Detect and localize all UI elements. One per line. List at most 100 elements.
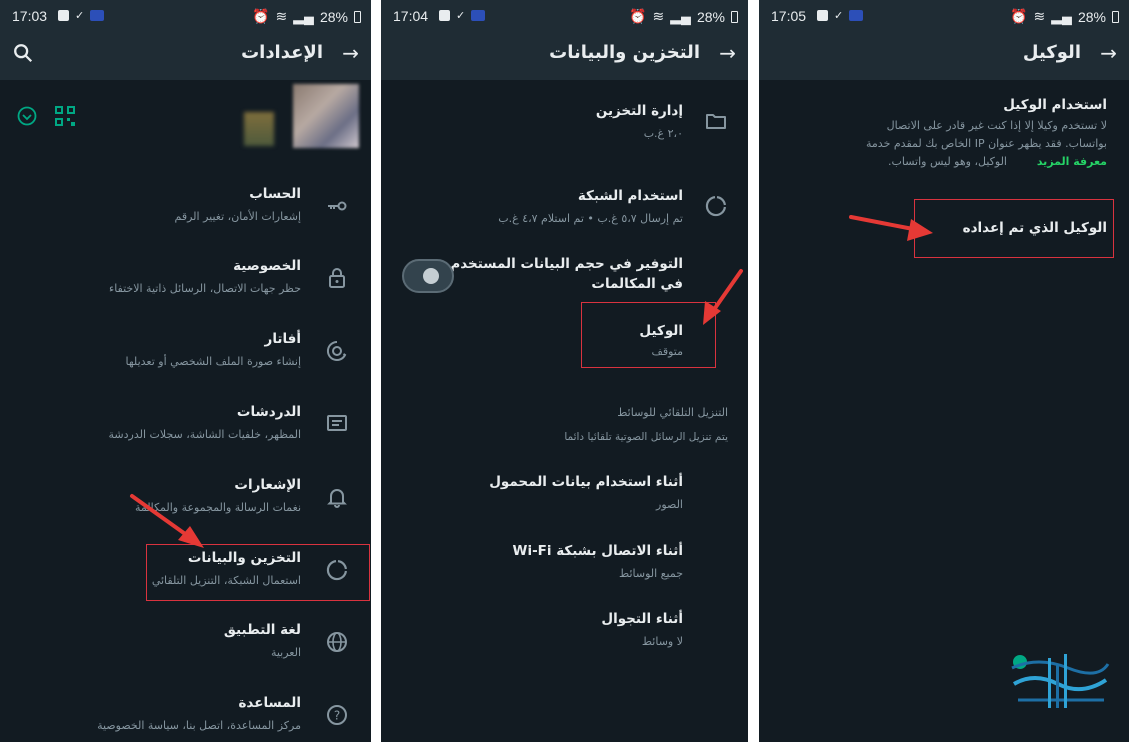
red-arrow-pointer	[130, 494, 204, 548]
back-arrow-icon[interactable]: →	[719, 41, 736, 65]
item-title-line1: التوفير في حجم البيانات المستخدم	[450, 256, 683, 272]
settings-item-account[interactable]: الحساب إشعارات الأمان، تغيير الرقم	[0, 180, 371, 235]
settings-item-app-language[interactable]: لغة التطبيق العربية	[0, 616, 371, 671]
data-usage-icon	[704, 194, 728, 218]
wifi-item[interactable]: أثناء الاتصال بشبكة Wi-Fi جميع الوسائط	[381, 537, 748, 587]
item-subtitle: جميع الوسائط	[619, 567, 683, 580]
settings-screen: 17:03 ✓ ⏰ ≋ ▂▄ 28% → الإعدادات الحساب إش…	[0, 0, 371, 742]
notification-icons: ✓	[58, 9, 105, 22]
battery-icon	[354, 10, 361, 23]
status-bar: 17:03 ✓ ⏰ ≋ ▂▄ 28%	[0, 0, 371, 32]
download-done-icon: ✓	[75, 9, 85, 22]
gallery-icon	[439, 10, 450, 21]
app-bar: → الإعدادات	[0, 32, 371, 80]
gallery-icon	[58, 10, 69, 21]
alarm-icon: ⏰	[252, 8, 270, 24]
gallery-icon	[817, 10, 828, 21]
status-time: 17:04	[393, 8, 429, 24]
download-done-icon: ✓	[834, 9, 844, 22]
item-subtitle: مركز المساعدة، اتصل بنا، سياسة الخصوصية	[97, 719, 301, 732]
item-subtitle: لا وسائط	[641, 635, 683, 648]
globe-icon	[325, 630, 349, 654]
app-notification-icon	[90, 10, 105, 21]
status-bar: 17:04 ✓ ⏰ ≋ ▂▄ 28%	[381, 0, 748, 32]
item-subtitle: تم إرسال ٥،٧ غ.ب • تم استلام ٤،٧ غ.ب	[498, 212, 683, 225]
settings-item-chats[interactable]: الدردشات المظهر، خلفيات الشاشة، سجلات ال…	[0, 398, 371, 453]
item-title-line2: في المكالمات	[591, 276, 683, 292]
status-time: 17:05	[771, 8, 807, 24]
settings-item-avatar[interactable]: أفاتار إنشاء صورة الملف الشخصي أو تعديله…	[0, 325, 371, 380]
back-arrow-icon[interactable]: →	[1100, 41, 1117, 65]
help-icon: ?	[325, 703, 349, 727]
item-title: الحساب	[249, 186, 301, 202]
folder-icon	[704, 109, 728, 133]
qr-code-icon[interactable]	[55, 106, 75, 130]
learn-more-link[interactable]: معرفة المزيد	[1037, 155, 1107, 168]
item-subtitle: حظر جهات الاتصال، الرسائل ذاتية الاختفاء	[109, 282, 301, 295]
item-title: لغة التطبيق	[223, 622, 301, 638]
section-header: التنزيل التلقائي للوسائط	[617, 406, 728, 419]
page-title: التخزين والبيانات	[549, 42, 700, 63]
app-notification-icon	[471, 10, 486, 21]
alarm-icon: ⏰	[1010, 8, 1028, 24]
status-right: ⏰ ≋ ▂▄ 28%	[1010, 8, 1119, 25]
notification-icons: ✓	[439, 9, 486, 22]
roaming-item[interactable]: أثناء التجوال لا وسائط	[381, 605, 748, 655]
page-title: الإعدادات	[241, 42, 323, 63]
battery-level: 28%	[1077, 8, 1106, 25]
search-icon[interactable]	[12, 42, 34, 68]
description-line2: بواتساب. فقد يظهر عنوان IP الخاص بك لمقد…	[866, 137, 1107, 150]
signal-icon: ▂▄	[670, 8, 691, 24]
app-notification-icon	[849, 10, 864, 21]
download-done-icon: ✓	[456, 9, 466, 22]
avatar-face-icon	[325, 339, 349, 363]
signal-icon: ▂▄	[293, 8, 314, 24]
back-arrow-icon[interactable]: →	[342, 41, 359, 65]
alarm-icon: ⏰	[629, 8, 647, 24]
wifi-icon: ≋	[652, 8, 665, 24]
lock-icon	[325, 266, 349, 290]
section-note: يتم تنزيل الرسائل الصوتية تلقائيا دائما	[564, 431, 728, 443]
profile-name-blurred	[244, 112, 274, 146]
key-icon	[325, 194, 349, 218]
item-subtitle: إنشاء صورة الملف الشخصي أو تعديلها	[125, 355, 302, 368]
status-time: 17:03	[12, 8, 48, 24]
notification-icons: ✓	[817, 9, 864, 22]
settings-item-help[interactable]: المساعدة مركز المساعدة، اتصل بنا، سياسة …	[0, 689, 371, 742]
battery-icon	[1112, 10, 1119, 23]
wifi-icon: ≋	[275, 8, 288, 24]
page-title: الوكيل	[1022, 42, 1081, 63]
toggle-knob	[423, 268, 439, 284]
item-title: إدارة التخزين	[595, 103, 683, 119]
call-data-saver-toggle[interactable]	[402, 259, 454, 293]
item-subtitle: العربية	[270, 646, 301, 659]
profile-row[interactable]	[0, 82, 371, 152]
avatar[interactable]	[293, 84, 359, 148]
chat-icon	[325, 412, 349, 436]
mobile-data-item[interactable]: أثناء استخدام بيانات المحمول الصور	[381, 468, 748, 518]
app-bar: → الوكيل	[759, 32, 1129, 80]
item-title: المساعدة	[238, 695, 301, 711]
network-usage-item[interactable]: استخدام الشبكة تم إرسال ٥،٧ غ.ب • تم است…	[381, 180, 748, 235]
red-arrow-pointer	[849, 215, 933, 241]
item-title: أثناء الاتصال بشبكة Wi-Fi	[512, 543, 683, 559]
svg-text:?: ?	[334, 709, 340, 723]
settings-item-privacy[interactable]: الخصوصية حظر جهات الاتصال، الرسائل ذاتية…	[0, 252, 371, 307]
watermark-logo	[1011, 654, 1110, 708]
red-arrow-pointer	[703, 269, 743, 325]
item-title: أثناء استخدام بيانات المحمول	[489, 474, 683, 490]
status-right: ⏰ ≋ ▂▄ 28%	[252, 8, 361, 25]
use-proxy-item[interactable]: استخدام الوكيل لا تستخدم وكيلا إلا إذا ك…	[759, 95, 1129, 175]
item-title: استخدام الوكيل	[1003, 97, 1107, 113]
expand-circle-icon[interactable]	[17, 106, 37, 130]
app-bar: → التخزين والبيانات	[381, 32, 748, 80]
manage-storage-item[interactable]: إدارة التخزين ٢،٠ غ.ب	[381, 95, 748, 150]
battery-level: 28%	[696, 8, 725, 25]
item-subtitle: المظهر، خلفيات الشاشة، سجلات الدردشة	[108, 428, 301, 441]
item-title: الخصوصية	[233, 258, 301, 274]
battery-level: 28%	[319, 8, 348, 25]
auto-download-section: التنزيل التلقائي للوسائط يتم تنزيل الرسا…	[381, 400, 748, 450]
status-bar: 17:05 ✓ ⏰ ≋ ▂▄ 28%	[759, 0, 1129, 32]
signal-icon: ▂▄	[1051, 8, 1072, 24]
description-line1: لا تستخدم وكيلا إلا إذا كنت غير قادر على…	[886, 119, 1107, 132]
